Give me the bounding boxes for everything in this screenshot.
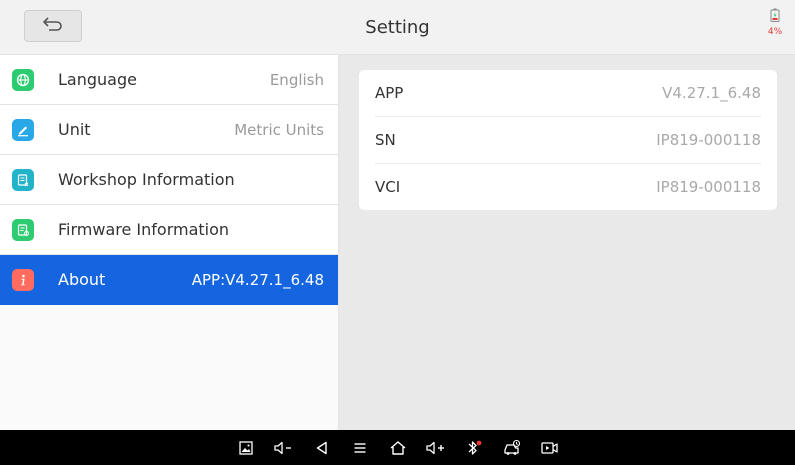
globe-icon bbox=[12, 68, 34, 91]
system-nav-bar bbox=[0, 430, 795, 465]
info-row-app: APP V4.27.1_6.48 bbox=[375, 70, 761, 117]
bluetooth-icon[interactable] bbox=[457, 430, 491, 465]
sidebar-item-about[interactable]: About APP:V4.27.1_6.48 bbox=[0, 255, 338, 305]
screenshot-icon[interactable] bbox=[229, 430, 263, 465]
battery-indicator: 4% bbox=[765, 7, 785, 37]
header-bar: Setting 4% bbox=[0, 0, 795, 55]
info-value: IP819-000118 bbox=[656, 178, 761, 196]
sidebar-item-label: Firmware Information bbox=[58, 220, 230, 239]
volume-up-icon[interactable] bbox=[419, 430, 453, 465]
info-key: APP bbox=[375, 84, 404, 102]
battery-percent: 4% bbox=[767, 27, 783, 37]
sidebar-item-label: Workshop Information bbox=[58, 170, 235, 189]
battery-icon bbox=[770, 7, 780, 26]
info-row-vci: VCI IP819-000118 bbox=[375, 164, 761, 210]
sidebar-item-unit[interactable]: Unit Metric Units bbox=[0, 105, 338, 155]
page-title: Setting bbox=[365, 17, 430, 38]
info-key: VCI bbox=[375, 178, 401, 196]
sidebar-item-firmware-information[interactable]: Firmware Information bbox=[0, 205, 338, 255]
info-value: IP819-000118 bbox=[656, 131, 761, 149]
about-info-card: APP V4.27.1_6.48 SN IP819-000118 VCI IP8… bbox=[359, 70, 777, 210]
info-value: V4.27.1_6.48 bbox=[662, 84, 761, 102]
sidebar-item-value: Metric Units bbox=[234, 120, 324, 139]
menu-icon[interactable] bbox=[343, 430, 377, 465]
pencil-icon bbox=[12, 118, 34, 141]
sidebar-item-label: Language bbox=[58, 70, 137, 89]
firmware-icon bbox=[12, 218, 34, 241]
sidebar-item-value: English bbox=[269, 70, 324, 89]
sidebar-item-value: APP:V4.27.1_6.48 bbox=[191, 270, 324, 289]
sidebar-item-label: About bbox=[58, 270, 106, 289]
volume-down-icon[interactable] bbox=[267, 430, 301, 465]
document-icon bbox=[12, 168, 34, 191]
car-diagnostic-icon[interactable] bbox=[495, 430, 529, 465]
screen-record-icon[interactable] bbox=[533, 430, 567, 465]
sidebar-item-label: Unit bbox=[58, 120, 91, 139]
info-key: SN bbox=[375, 131, 396, 149]
home-icon[interactable] bbox=[381, 430, 415, 465]
about-panel: APP V4.27.1_6.48 SN IP819-000118 VCI IP8… bbox=[339, 55, 795, 430]
sidebar-item-language[interactable]: Language English bbox=[0, 55, 338, 105]
info-icon bbox=[12, 268, 34, 291]
back-icon[interactable] bbox=[305, 430, 339, 465]
info-row-sn: SN IP819-000118 bbox=[375, 117, 761, 164]
sidebar-item-workshop-information[interactable]: Workshop Information bbox=[0, 155, 338, 205]
settings-sidebar: Language English Unit Metric Units Works… bbox=[0, 55, 339, 430]
